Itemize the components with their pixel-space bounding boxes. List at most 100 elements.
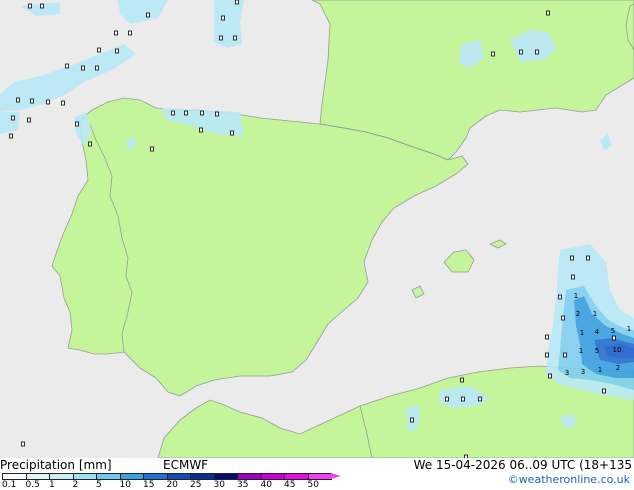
station-marker (230, 130, 234, 136)
station-marker (478, 396, 482, 402)
station-marker (563, 352, 567, 358)
color-scale-bin (2, 473, 27, 480)
color-scale-tick: 45 (284, 480, 296, 490)
precip-value-label: 5 (611, 327, 615, 335)
station-marker (545, 352, 549, 358)
color-scale-bin (72, 473, 97, 480)
station-marker (612, 335, 616, 341)
color-scale-bin (49, 473, 74, 480)
station-marker (146, 12, 150, 18)
station-marker (28, 3, 32, 9)
credit-link[interactable]: ©weatheronline.co.uk (508, 473, 630, 486)
precip-value-label: 1 (579, 347, 583, 355)
station-marker (88, 141, 92, 147)
color-scale-bin (260, 473, 285, 480)
station-marker (16, 97, 20, 103)
legend-footer: Precipitation [mm] ECMWF We 15-04-2026 0… (0, 458, 634, 490)
color-scale-tick: 25 (190, 480, 202, 490)
station-marker (115, 48, 119, 54)
precip-value-label: 1 (574, 292, 578, 300)
station-marker (571, 274, 575, 280)
station-marker (215, 111, 219, 117)
color-scale-bin (96, 473, 121, 480)
color-scale-bin (307, 473, 332, 480)
color-scale-tick: 2 (72, 480, 79, 490)
precip-value-label: 1 (627, 325, 631, 333)
station-marker (11, 115, 15, 121)
precip-value-label: 3 (565, 369, 569, 377)
station-marker (535, 49, 539, 55)
station-marker (114, 30, 118, 36)
station-marker (200, 110, 204, 116)
station-marker (570, 255, 574, 261)
precipitation-map[interactable]: 1 2 1 1 4 5 1 1 5 10 3 3 1 2 (0, 0, 634, 458)
station-marker (75, 121, 79, 127)
model-name: ECMWF (163, 458, 209, 472)
color-scale-tick: 20 (166, 480, 178, 490)
color-scale-tick: 0.1 (2, 480, 17, 490)
station-marker (586, 255, 590, 261)
color-scale-bin (25, 473, 50, 480)
color-scale-bin (119, 473, 144, 480)
station-marker (602, 388, 606, 394)
station-marker (461, 396, 465, 402)
station-marker (199, 127, 203, 133)
station-marker (95, 65, 99, 71)
station-marker (150, 146, 154, 152)
station-marker (46, 99, 50, 105)
station-marker (445, 396, 449, 402)
precip-value-label: 1 (593, 310, 597, 318)
color-scale-tick: 10 (119, 480, 131, 490)
station-marker (545, 334, 549, 340)
station-marker (491, 51, 495, 57)
color-scale-bin (213, 473, 238, 480)
color-scale-bin (284, 473, 309, 480)
station-marker (27, 117, 31, 123)
station-marker (40, 3, 44, 9)
color-scale-tick: 5 (96, 480, 102, 490)
precip-value-label: 5 (595, 347, 599, 355)
color-scale-tick: 1 (49, 480, 55, 490)
precip-value-label: 10 (613, 346, 622, 354)
station-marker (561, 315, 565, 321)
map-frame[interactable]: 1 2 1 1 4 5 1 1 5 10 3 3 1 2 (0, 0, 634, 458)
precip-value-label: 4 (595, 328, 600, 336)
color-scale-tick: 40 (260, 480, 272, 490)
valid-time: We 15-04-2026 06..09 UTC (18+135 (413, 458, 632, 472)
station-marker (128, 30, 132, 36)
station-marker (184, 110, 188, 116)
station-marker (410, 417, 414, 423)
color-scale-bin (143, 473, 168, 480)
station-marker (61, 100, 65, 106)
station-marker (97, 47, 101, 53)
precip-value-label: 1 (598, 366, 602, 374)
station-marker (519, 49, 523, 55)
station-marker (81, 65, 85, 71)
station-marker (65, 63, 69, 69)
precip-value-label: 2 (616, 364, 620, 372)
color-scale-tick: 30 (213, 480, 225, 490)
color-scale-tick: 50 (307, 480, 319, 490)
station-marker (30, 98, 34, 104)
precip-value-label: 1 (580, 329, 584, 337)
station-marker (221, 15, 225, 21)
precip-value-label: 2 (576, 310, 580, 318)
station-marker (233, 35, 237, 41)
color-scale-bin (190, 473, 215, 480)
station-marker (558, 294, 562, 300)
station-marker (9, 133, 13, 139)
precip-value-label: 3 (581, 368, 585, 376)
station-marker (219, 35, 223, 41)
color-scale-bin (237, 473, 262, 480)
station-marker (546, 10, 550, 16)
legend-title: Precipitation [mm] (0, 458, 112, 472)
station-marker (171, 110, 175, 116)
station-marker (235, 0, 239, 5)
color-scale-arrow (331, 473, 341, 479)
color-scale-tick: 15 (143, 480, 155, 490)
station-marker (548, 373, 552, 379)
color-scale-bin (166, 473, 191, 480)
color-scale-ticks: 0.1 0.5 1 2 5 10 15 20 25 30 35 40 45 50 (0, 480, 330, 490)
color-scale-tick: 35 (237, 480, 249, 490)
station-marker (460, 377, 464, 383)
